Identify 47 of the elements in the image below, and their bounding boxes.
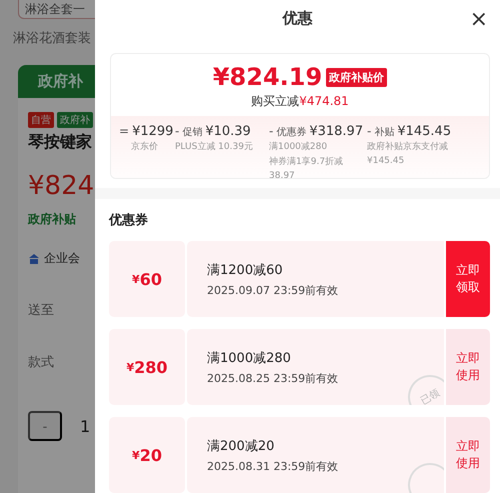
product-tag: 政府补 [57,112,93,128]
row-label: 款式 [28,354,54,372]
product-tag: 自营 [28,112,54,128]
item-amount: ¥318.97 [309,124,364,140]
section-heading: 优惠券 [109,212,149,229]
coupon-button[interactable]: 立即使用 [446,329,490,405]
operator-sign: - [175,124,180,138]
coupon-condition: 满1200减60 [207,262,284,278]
row-label: 送至 [28,302,54,320]
item-note: 政府补贴京东支付减¥145.45 [367,140,449,168]
item-note: 神券满1享9.7折减38.97 [269,156,344,178]
coupon-button[interactable]: 立即使用 [446,417,490,493]
search-keyword[interactable]: 淋浴花酒套装 [13,29,91,47]
coupon-amount: ¥280 [109,329,185,405]
sheet-title: 优惠 [282,8,312,28]
coupon-amount: ¥60 [109,241,185,317]
minus-button[interactable]: - [28,411,62,442]
price-badge: 政府补贴价 [326,68,388,87]
coupon-amount: ¥20 [109,417,185,493]
item-note: 满1000减280 [269,140,328,154]
subsidy-label: 政府补贴 [28,211,76,228]
coupon-validity: 2025.09.07 23:59前有效 [207,282,340,298]
enterprise-label: 企业会 [44,250,80,268]
item-note: PLUS立减 10.39元 [175,140,254,154]
operator-sign: - [269,124,274,138]
product-title: 琴按键家 [28,132,92,154]
stamp-text: 已领 [418,386,442,405]
quantity-value: 1 [80,416,90,436]
coupon-button[interactable]: 立即领取 [446,241,490,317]
coupon-condition: 满200减20 [207,438,276,454]
close-button[interactable]: × [466,8,492,32]
final-price: ¥824.19 [212,63,322,92]
item-amount: ¥10.39 [205,124,251,140]
building-icon [28,252,40,265]
item-label: 促销 [182,126,202,140]
operator-sign: = [119,124,130,138]
coupon-validity: 2025.08.25 23:59前有效 [207,370,340,386]
item-amount: ¥1299 [132,124,174,140]
operator-sign: - [367,124,372,138]
saving-text: 购买立减¥474.81 [251,93,349,110]
product-price: ¥824 [28,171,94,202]
item-label: 补贴 [374,126,394,140]
coupon-condition: 满1000减280 [207,350,292,366]
item-note: 京东价 [130,140,159,154]
coupon-validity: 2025.08.31 23:59前有效 [207,458,340,474]
item-amount: ¥145.45 [397,124,452,140]
item-label: 优惠券 [276,126,306,140]
